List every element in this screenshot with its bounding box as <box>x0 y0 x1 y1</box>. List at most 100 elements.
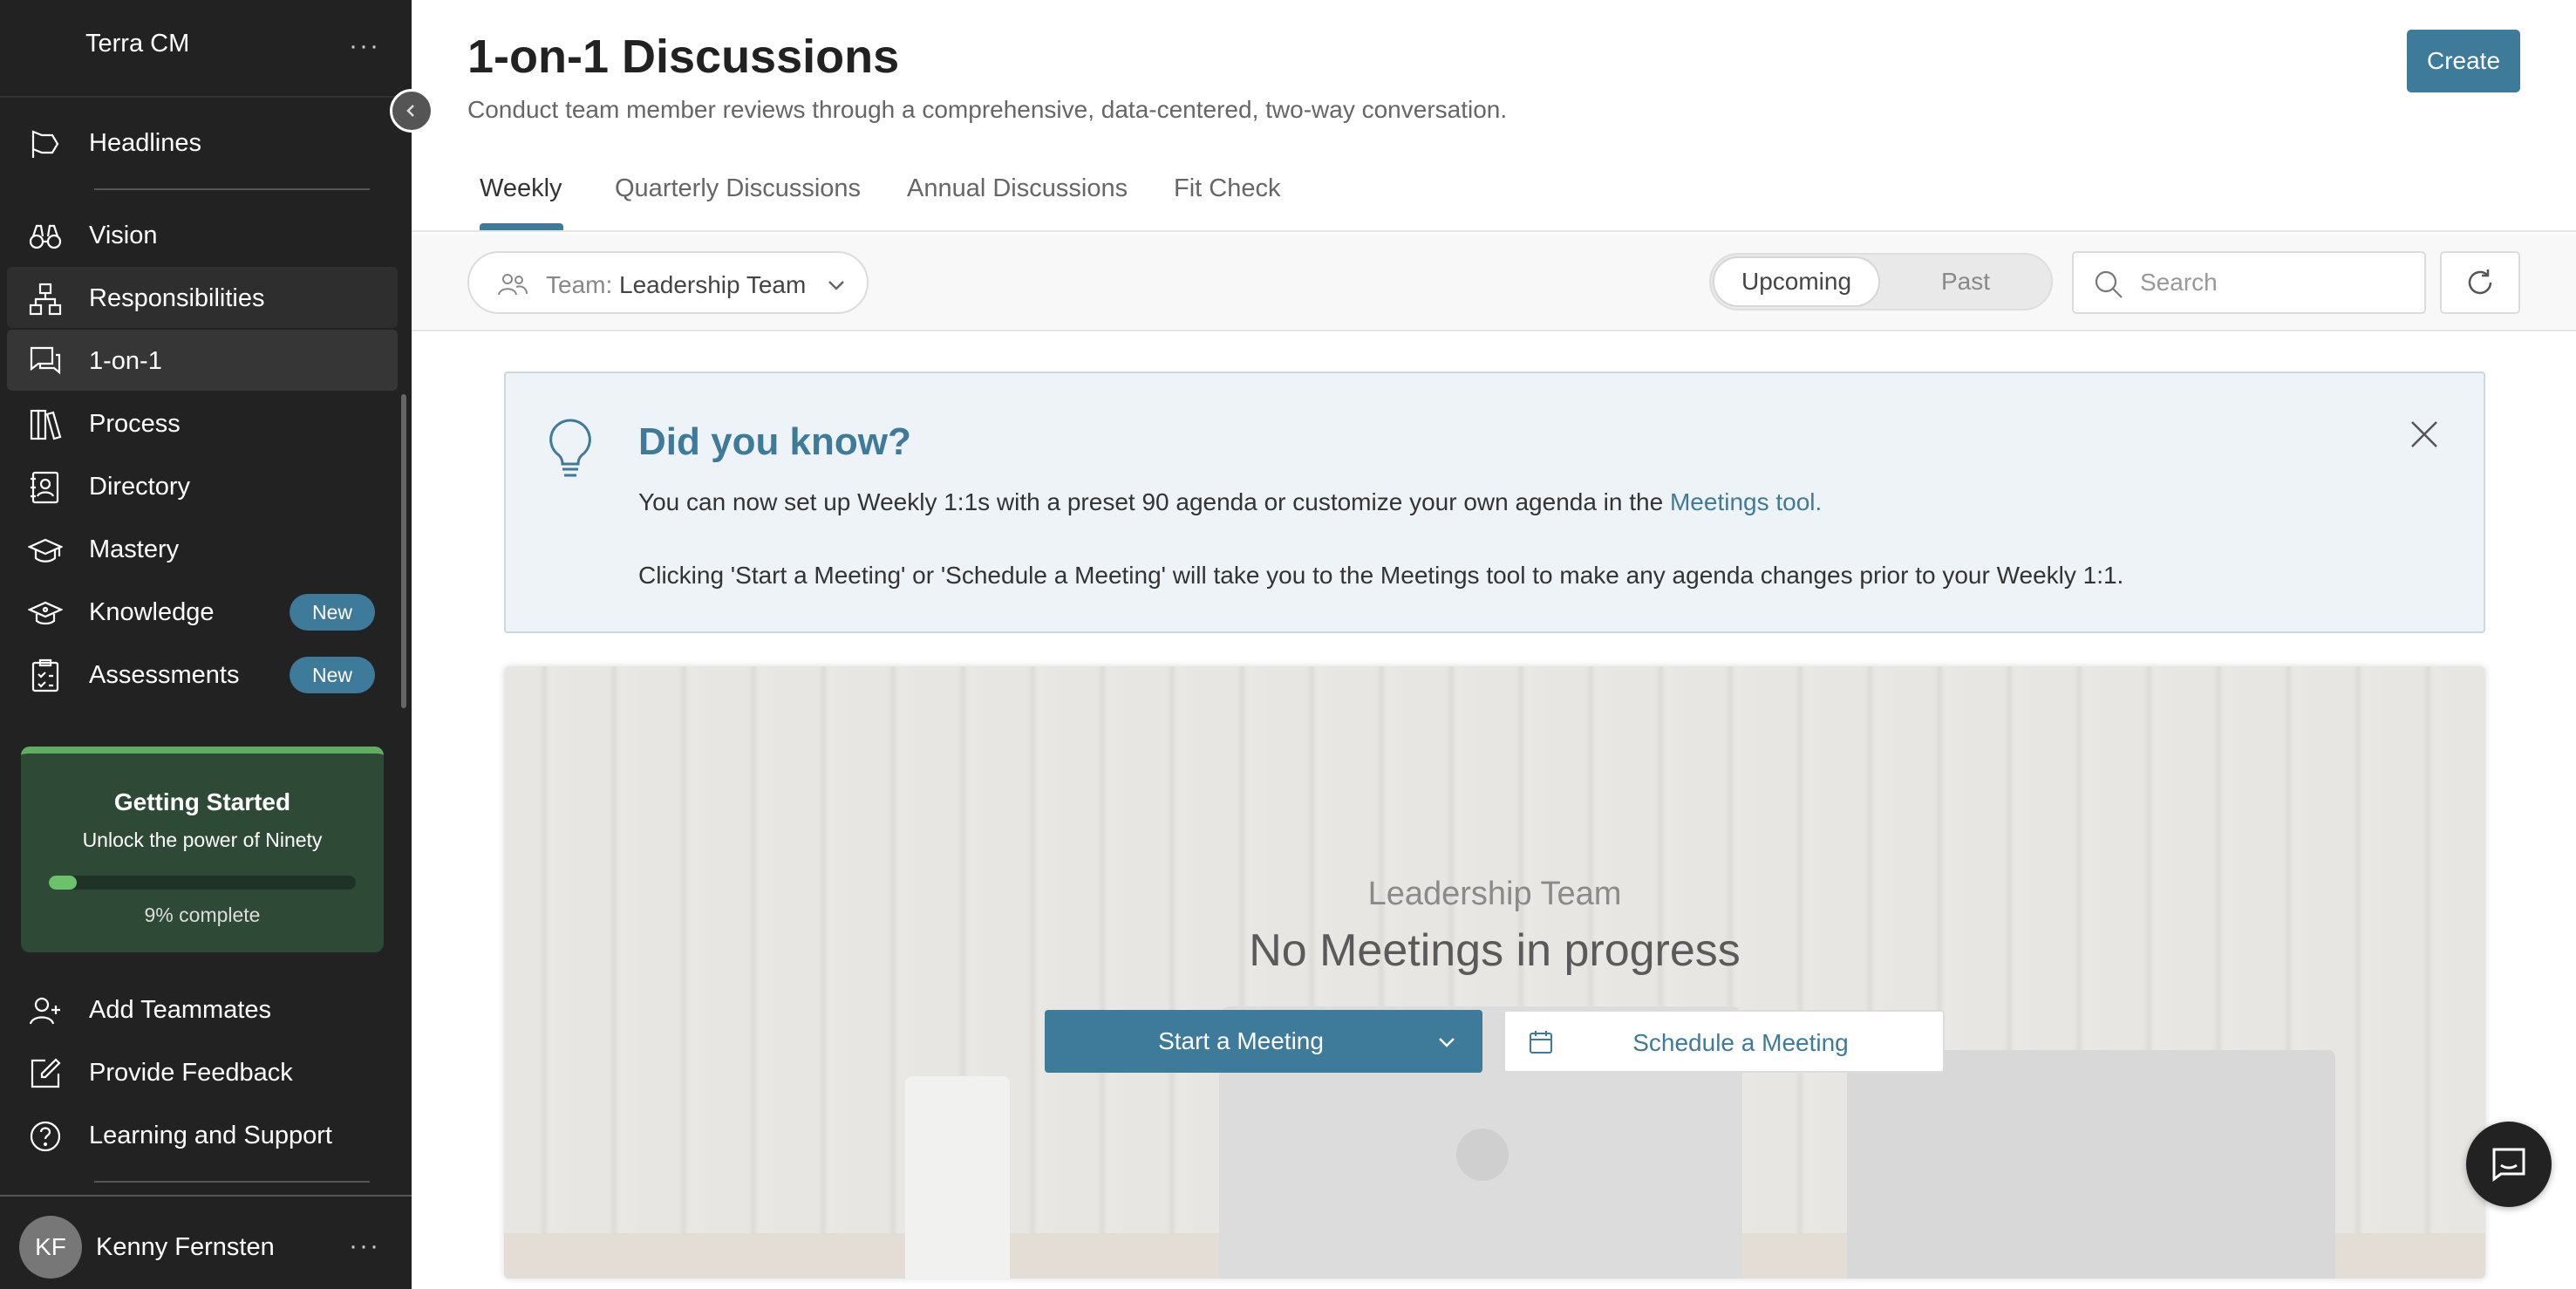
sidebar-item-knowledge[interactable]: Knowledge New <box>7 581 398 642</box>
main-content: 1-on-1 Discussions Conduct team member r… <box>412 0 2576 1289</box>
tab-fit-check[interactable]: Fit Check <box>1174 174 1280 203</box>
page-subtitle: Conduct team member reviews through a co… <box>467 96 1508 123</box>
refresh-button[interactable] <box>2440 251 2520 314</box>
sidebar-item-label: Provide Feedback <box>89 1059 293 1087</box>
progress-fill <box>49 876 77 890</box>
workspace-more-icon[interactable]: ··· <box>349 31 380 61</box>
sidebar-item-label: Responsibilities <box>89 284 265 312</box>
meetings-tool-link[interactable]: Meetings tool. <box>1670 488 1822 515</box>
getting-started-card[interactable]: Getting Started Unlock the power of Nine… <box>21 747 384 952</box>
sidebar-item-label: Assessments <box>89 661 240 689</box>
tip-line-1: You can now set up Weekly 1:1s with a pr… <box>638 488 1822 516</box>
sidebar-item-learning-and-support[interactable]: Learning and Support <box>7 1104 398 1165</box>
hero-background <box>905 1076 1010 1279</box>
edit-icon <box>31 1058 61 1088</box>
sidebar-item-vision[interactable]: Vision <box>7 204 398 265</box>
team-filter-dropdown[interactable]: Team: Leadership Team <box>467 251 869 314</box>
clipboard-icon <box>31 658 59 692</box>
tab-bar: Weekly Quarterly Discussions Annual Disc… <box>412 160 2576 232</box>
tab-annual-discussions[interactable]: Annual Discussions <box>907 174 1128 203</box>
avatar: KF <box>19 1216 82 1279</box>
workspace-header[interactable]: Terra CM ··· <box>0 0 412 98</box>
user-name: Kenny Fernsten <box>96 1233 275 1261</box>
refresh-icon <box>2468 269 2492 295</box>
chat-icon <box>2492 1148 2525 1182</box>
tip-line-1-text: You can now set up Weekly 1:1s with a pr… <box>638 488 1670 515</box>
new-badge: New <box>290 657 375 693</box>
sidebar: Terra CM ··· Headlines Vision Responsibi… <box>0 0 412 1289</box>
meetings-hero: Leadership Team No Meetings in progress … <box>504 666 2485 1279</box>
tip-title: Did you know? <box>638 420 911 463</box>
toolbar: Team: Leadership Team Upcoming Past <box>412 234 2576 331</box>
sidebar-item-label: Add Teammates <box>89 996 272 1024</box>
close-icon[interactable] <box>2409 419 2440 450</box>
tip-line-2: Clicking 'Start a Meeting' or 'Schedule … <box>638 562 2124 589</box>
sidebar-scrollbar[interactable] <box>401 394 406 708</box>
sidebar-item-label: Learning and Support <box>89 1122 332 1149</box>
sidebar-item-label: Vision <box>89 222 158 249</box>
sidebar-item-responsibilities[interactable]: Responsibilities <box>7 267 398 328</box>
collapse-sidebar-button[interactable] <box>390 89 433 133</box>
getting-started-subtitle: Unlock the power of Ninety <box>82 829 323 851</box>
chevron-left-icon <box>406 105 414 117</box>
toggle-past[interactable]: Past <box>1882 256 2049 307</box>
start-meeting-button[interactable]: Start a Meeting <box>1045 1010 1482 1073</box>
tab-quarterly-discussions[interactable]: Quarterly Discussions <box>615 174 861 203</box>
sidebar-item-label: Process <box>89 410 181 438</box>
books-icon <box>30 409 62 440</box>
create-button[interactable]: Create <box>2407 30 2520 92</box>
sidebar-divider <box>94 1181 370 1183</box>
contact-card-icon <box>31 471 59 504</box>
lightbulb-icon <box>549 419 591 477</box>
sidebar-item-headlines[interactable]: Headlines <box>7 112 398 173</box>
getting-started-title: Getting Started <box>113 788 291 815</box>
hero-background <box>1456 1129 1509 1181</box>
schedule-meeting-label: Schedule a Meeting <box>1632 1029 1849 1056</box>
search-box <box>2072 251 2426 314</box>
sidebar-item-process[interactable]: Process <box>7 392 398 454</box>
chevron-down-icon[interactable] <box>1435 1031 1458 1054</box>
did-you-know-banner: Did you know? You can now set up Weekly … <box>504 372 2485 633</box>
getting-started-progress-bar <box>49 876 356 890</box>
team-filter-prefix: Team: <box>546 271 613 298</box>
sidebar-item-label: Knowledge <box>89 598 215 626</box>
user-menu[interactable]: KF Kenny Fernsten ··· <box>0 1195 412 1289</box>
binoculars-icon <box>29 224 62 249</box>
graduation-cap-icon <box>28 538 63 563</box>
add-user-icon <box>29 997 60 1025</box>
sidebar-item-label: Mastery <box>89 535 180 563</box>
help-icon <box>30 1121 61 1152</box>
hero-team-name: Leadership Team <box>1367 876 1622 912</box>
getting-started-progress-label: 9% complete <box>144 904 261 926</box>
tab-weekly[interactable]: Weekly <box>480 174 562 203</box>
sidebar-item-directory[interactable]: Directory <box>7 455 398 516</box>
search-input[interactable] <box>2140 265 2402 300</box>
sidebar-item-provide-feedback[interactable]: Provide Feedback <box>7 1041 398 1102</box>
sidebar-item-add-teammates[interactable]: Add Teammates <box>7 979 398 1040</box>
hero-status: No Meetings in progress <box>1249 925 1741 976</box>
chat-bubbles-icon <box>30 346 61 375</box>
sidebar-divider <box>94 188 370 190</box>
mortarboard-icon <box>28 601 63 625</box>
chat-launcher-button[interactable] <box>2466 1122 2552 1207</box>
sidebar-item-1-on-1[interactable]: 1-on-1 <box>7 330 398 391</box>
schedule-meeting-button[interactable]: Schedule a Meeting <box>1503 1010 1945 1073</box>
workspace-name: Terra CM <box>85 30 190 58</box>
team-filter-value: Leadership Team <box>619 271 807 298</box>
start-meeting-label: Start a Meeting <box>1158 1027 1324 1054</box>
team-icon <box>498 274 528 296</box>
sidebar-item-assessments[interactable]: Assessments New <box>7 644 398 705</box>
upcoming-past-toggle: Upcoming Past <box>1709 253 2053 310</box>
new-badge: New <box>290 594 375 631</box>
toggle-upcoming[interactable]: Upcoming <box>1713 256 1880 307</box>
sidebar-item-label: Headlines <box>89 129 201 157</box>
hero-background <box>1847 1050 2335 1279</box>
calendar-icon <box>1530 1031 1552 1054</box>
sidebar-item-mastery[interactable]: Mastery <box>7 518 398 579</box>
org-chart-icon <box>29 283 62 316</box>
sidebar-item-label: 1-on-1 <box>89 347 162 375</box>
chevron-down-icon <box>828 281 844 290</box>
user-more-icon[interactable]: ··· <box>349 1231 380 1261</box>
flag-icon <box>31 130 59 158</box>
active-tab-indicator <box>480 223 563 230</box>
